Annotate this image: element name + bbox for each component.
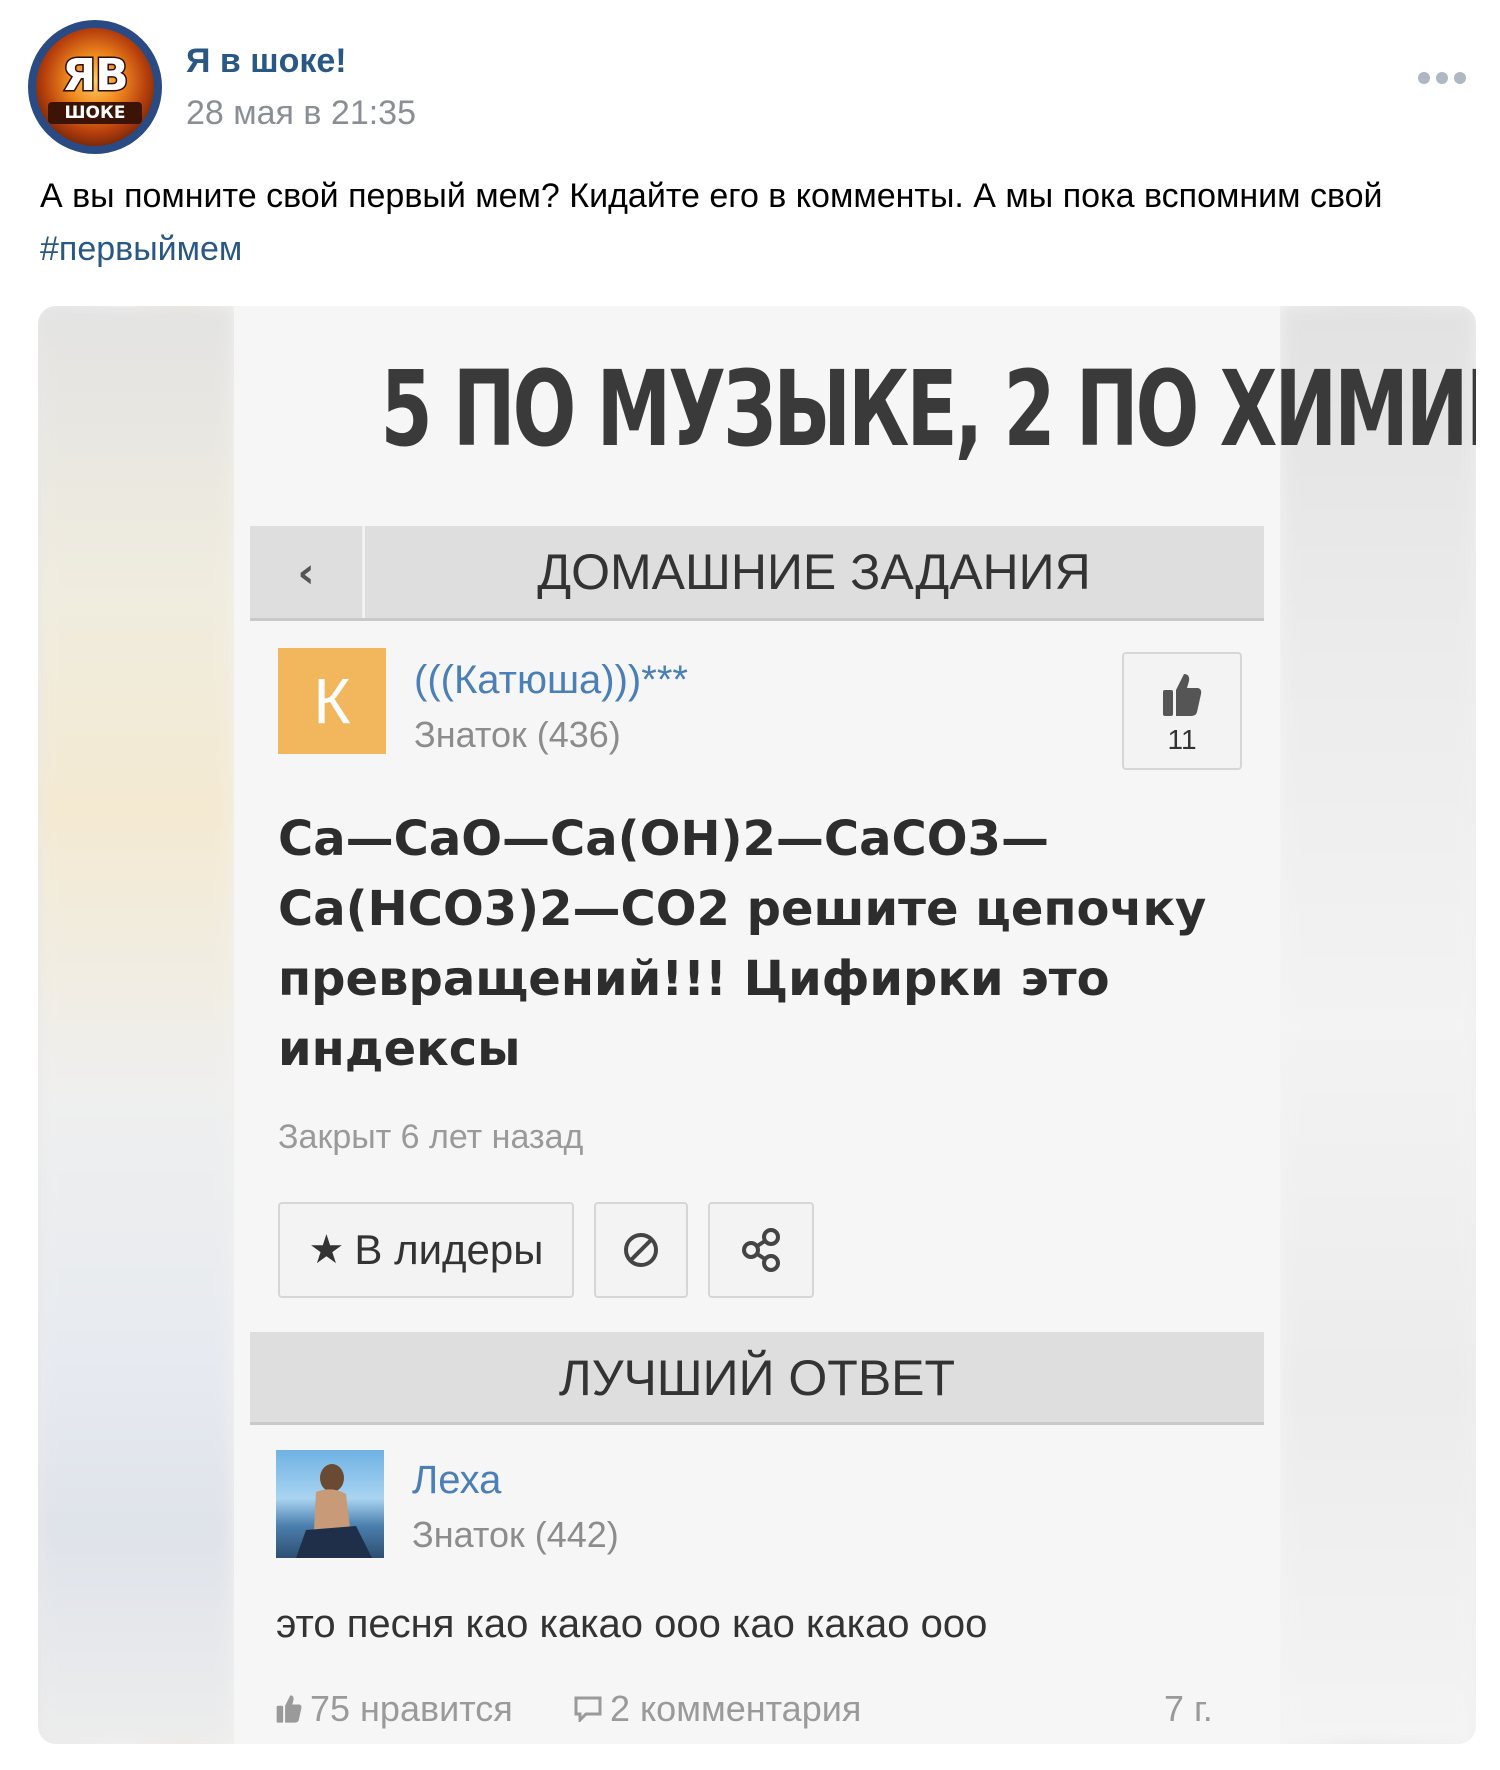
answer-author-avatar	[276, 1450, 384, 1558]
question-like-count: 11	[1167, 724, 1197, 755]
to-leaders-label: В лидеры	[354, 1226, 544, 1273]
comment-icon	[574, 1696, 602, 1722]
question-like-box: 11	[1122, 652, 1242, 770]
star-icon: ★	[308, 1228, 345, 1272]
hashtag-link[interactable]: #первыймем	[40, 230, 242, 268]
back-chevron-icon: ‹	[250, 526, 365, 618]
to-leaders-button: ★ В лидеры	[278, 1202, 574, 1298]
best-answer-title: ЛУЧШИЙ ОТВЕТ	[558, 1350, 956, 1406]
question-status: Закрыт 6 лет назад	[278, 1118, 584, 1156]
post-image-attachment[interactable]: 5 ПО МУЗЫКЕ, 2 ПО ХИМИИ ‹ ДОМАШНИЕ ЗАДАН…	[38, 306, 1476, 1744]
answer-comments: 2 комментария	[574, 1688, 861, 1730]
avatar-image: ЯВ ШОКЕ	[36, 28, 154, 146]
answer-comments-label: 2 комментария	[610, 1688, 862, 1729]
meme-title: 5 ПО МУЗЫКЕ, 2 ПО ХИМИИ	[380, 348, 1476, 470]
question-author-avatar: К	[278, 648, 386, 754]
block-icon	[624, 1233, 658, 1267]
blurred-background-right	[1280, 306, 1476, 1744]
thumbs-up-icon	[276, 1695, 302, 1723]
homework-header-bar: ‹ ДОМАШНИЕ ЗАДАНИЯ	[250, 526, 1264, 621]
answer-author-name: Леха	[412, 1458, 502, 1502]
question-author-rank: Знаток (436)	[414, 714, 621, 755]
more-options-icon[interactable]	[1418, 72, 1466, 84]
meme-image: 5 ПО МУЗЫКЕ, 2 ПО ХИМИИ ‹ ДОМАШНИЕ ЗАДАН…	[234, 306, 1476, 1744]
question-author-name: (((Катюша)))***	[414, 658, 688, 702]
group-name-link[interactable]: Я в шоке!	[186, 42, 347, 81]
post-text-body: А вы помните свой первый мем? Кидайте ег…	[40, 177, 1383, 215]
group-avatar[interactable]: ЯВ ШОКЕ	[28, 20, 162, 154]
post-date[interactable]: 28 мая в 21:35	[186, 94, 416, 133]
question-text: Са—СаО—Са(ОН)2—СаСО3—Са(НСО3)2—СО2 решит…	[278, 811, 1207, 1077]
avatar-logo-text: ЯВ	[61, 49, 130, 103]
post-text: А вы помните свой первый мем? Кидайте ег…	[40, 170, 1480, 276]
best-answer-header-bar: ЛУЧШИЙ ОТВЕТ	[250, 1332, 1264, 1425]
share-button	[708, 1202, 814, 1298]
answer-likes: 75 нравится	[276, 1688, 513, 1730]
avatar-logo-subtext: ШОКЕ	[48, 102, 142, 124]
answer-author-rank: Знаток (442)	[412, 1514, 619, 1555]
answer-age: 7 г.	[1164, 1688, 1213, 1729]
homework-section-title: ДОМАШНИЕ ЗАДАНИЯ	[537, 544, 1091, 600]
thumbs-up-icon	[1163, 674, 1202, 716]
person-photo-icon	[296, 1464, 372, 1558]
share-icon	[742, 1228, 780, 1272]
blurred-background-left	[38, 306, 234, 1744]
answer-likes-label: 75 нравится	[310, 1688, 513, 1729]
block-button	[594, 1202, 688, 1298]
answer-text: это песня као какао ооо као какао ооо	[276, 1602, 988, 1646]
